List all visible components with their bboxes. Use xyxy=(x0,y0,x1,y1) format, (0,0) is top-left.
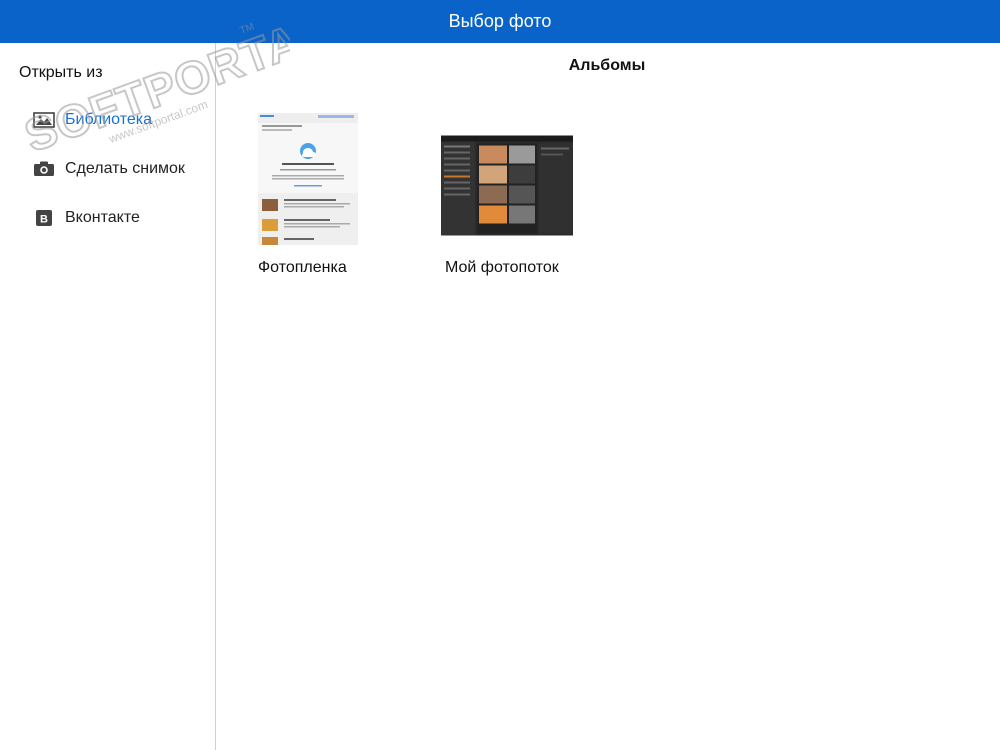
sidebar-item-vkontakte[interactable]: B Вконтакте xyxy=(33,204,140,232)
sidebar-item-label: Сделать снимок xyxy=(65,160,185,177)
album-thumbnail xyxy=(258,113,358,245)
sidebar-heading: Открыть из xyxy=(19,64,103,81)
page-title: Выбор фото xyxy=(448,11,552,31)
album-thumbnail xyxy=(441,135,573,236)
camera-icon xyxy=(33,160,55,178)
title-bar: Выбор фото xyxy=(0,0,1000,43)
albums-panel: Альбомы Фотопленка Мой фотопоток xyxy=(217,43,1000,750)
albums-title: Альбомы xyxy=(568,57,646,74)
photo-library-icon xyxy=(33,111,55,129)
sidebar-item-label: Вконтакте xyxy=(65,209,140,226)
sidebar-item-label: Библиотека xyxy=(65,111,152,128)
vk-icon: B xyxy=(33,209,55,227)
album-label: Фотопленка xyxy=(258,259,347,276)
album-label: Мой фотопоток xyxy=(445,259,559,276)
sidebar: Открыть из Библиотека Сделать снимок B В… xyxy=(0,43,216,750)
sidebar-item-library[interactable]: Библиотека xyxy=(33,106,152,134)
svg-text:B: B xyxy=(40,214,48,226)
sidebar-item-camera[interactable]: Сделать снимок xyxy=(33,155,185,183)
